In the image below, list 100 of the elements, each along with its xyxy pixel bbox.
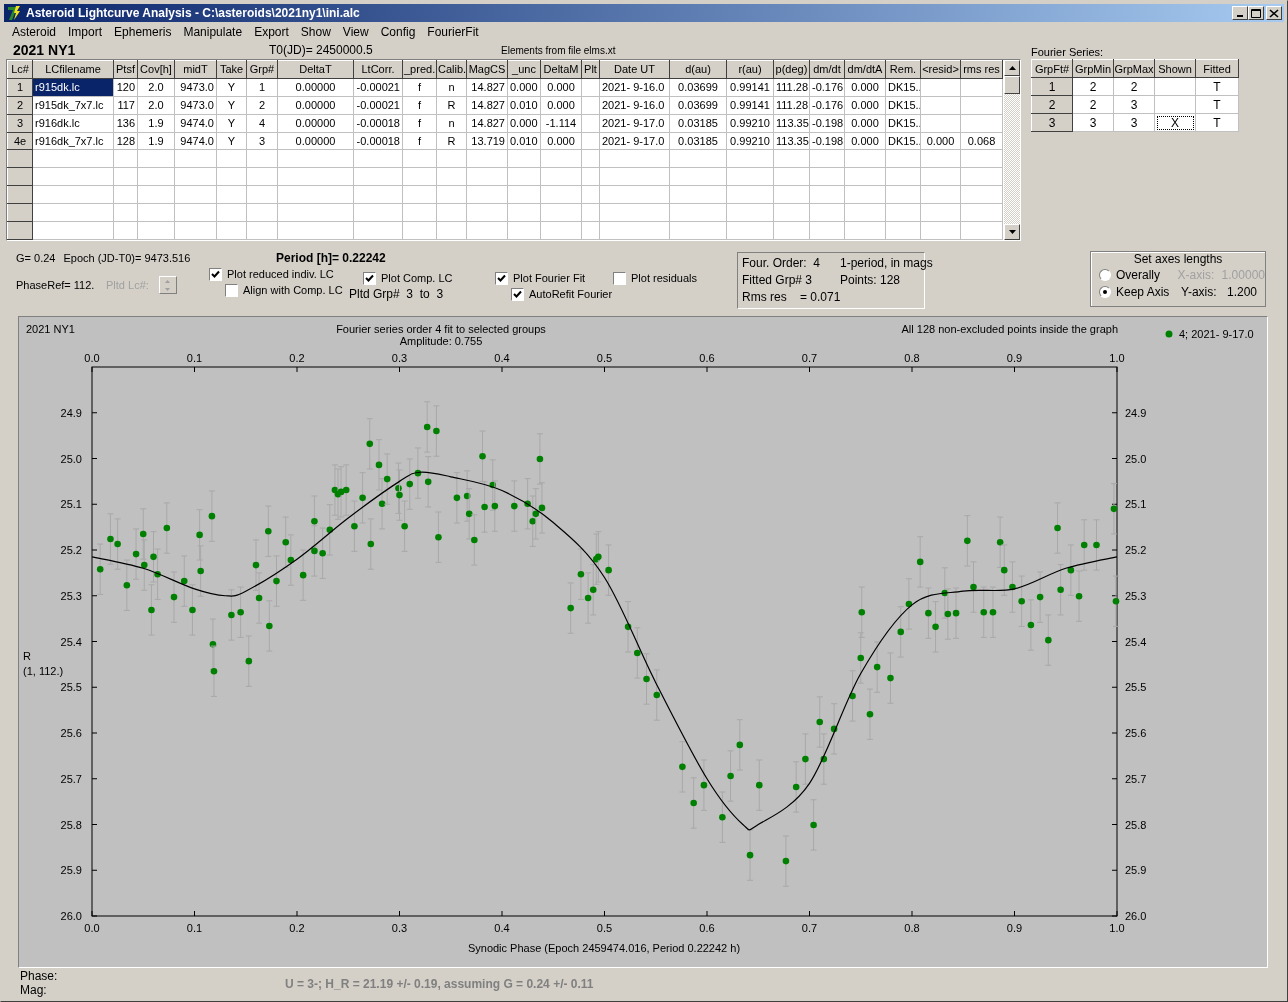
radio-button[interactable] (1099, 285, 1111, 298)
tick-label: 25.7 (1125, 772, 1147, 785)
column-header[interactable]: GrpMin (1072, 59, 1114, 78)
maximize-icon (1251, 8, 1261, 18)
tick-label: 25.1 (1125, 498, 1147, 511)
menu-item[interactable]: Import (62, 25, 109, 39)
column-header[interactable]: LCfilename (32, 60, 114, 79)
menu-item[interactable]: Config (374, 25, 422, 39)
column-header[interactable]: p(deg) (773, 60, 810, 79)
checkbox-label[interactable]: Plot reduced indiv. LC (227, 268, 334, 280)
column-header[interactable]: Shown (1154, 59, 1196, 78)
column-header[interactable]: Take (216, 60, 247, 79)
column-header[interactable]: GrpFt# (1031, 59, 1073, 78)
checkbox[interactable] (495, 271, 508, 285)
points-note: All 128 non-excluded points inside the graph (901, 323, 1118, 335)
table-cell: 0.000 (540, 132, 582, 150)
table-cell: 0.03185 (669, 114, 727, 133)
menu-item[interactable]: Asteroid (6, 25, 63, 39)
column-header[interactable]: dm/dt (809, 60, 845, 79)
scroll-down-button[interactable] (1004, 224, 1020, 240)
data-point (678, 741, 686, 793)
scroll-thumb[interactable] (1004, 76, 1020, 94)
table-cell: 2 (1113, 77, 1155, 96)
tick-label: 0.1 (186, 922, 203, 934)
tick-label: 24.9 (1125, 406, 1147, 419)
radio-label[interactable]: Keep Axis (1116, 284, 1170, 299)
column-header[interactable]: _unc (507, 60, 541, 79)
column-header[interactable]: Fitted (1195, 59, 1239, 78)
scroll-up-button[interactable] (1004, 60, 1020, 76)
scrollbar[interactable] (1004, 60, 1020, 240)
table-cell: f (402, 96, 437, 115)
tick-label: 0.9 (1006, 352, 1023, 364)
group-title: Set axes lengths (1133, 252, 1223, 266)
table-cell: 0.99210 (726, 114, 774, 133)
table-cell[interactable]: r916dk_7x7.lc (32, 132, 114, 150)
column-header[interactable]: r(au) (726, 60, 774, 79)
tick-label: 25.4 (60, 635, 82, 648)
tick-label: 25.8 (1125, 818, 1147, 831)
table-cell: 9474.0 (174, 114, 217, 133)
column-header[interactable]: DeltaM (540, 60, 582, 79)
column-header[interactable]: DeltaT (277, 60, 354, 79)
checkbox[interactable] (613, 271, 626, 285)
column-header[interactable]: MagCS (466, 60, 508, 79)
column-header[interactable]: midT (174, 60, 217, 79)
table-cell: 2 (1072, 95, 1114, 114)
tick-label: 0.7 (801, 922, 818, 934)
maximize-button[interactable] (1248, 6, 1264, 20)
column-header[interactable]: Grp# (246, 60, 278, 79)
column-header[interactable]: dm/dtA (844, 60, 886, 79)
checkbox-label[interactable]: Plot Fourier Fit (513, 272, 586, 284)
checkbox-label[interactable]: Plot Comp. LC (381, 272, 453, 284)
table-cell: 4 (246, 114, 278, 133)
column-header[interactable]: Calib. (436, 60, 467, 79)
close-button[interactable] (1266, 6, 1282, 20)
menu-item[interactable]: Ephemeris (108, 25, 178, 39)
column-header[interactable]: Ptsf (113, 60, 138, 79)
tick-label: 25.5 (1125, 681, 1147, 694)
radio-button[interactable] (1099, 268, 1111, 281)
menu-item[interactable]: Show (294, 25, 337, 39)
column-header[interactable]: GrpMax (1113, 59, 1155, 78)
asteroid-name: 2021 NY1 (13, 42, 76, 58)
checkbox-label[interactable]: Plot residuals (631, 272, 698, 284)
column-header[interactable]: LtCorr. (353, 60, 403, 79)
data-point (653, 669, 661, 721)
checkbox-label[interactable]: Align with Comp. LC (243, 284, 343, 296)
menu-item[interactable]: View (336, 25, 375, 39)
tick-label: 0.4 (494, 922, 510, 934)
table-cell: 3 (246, 132, 278, 150)
tick-label: 25.7 (60, 772, 82, 785)
checkbox[interactable] (209, 267, 222, 281)
column-header[interactable]: Cov[h] (137, 60, 175, 79)
data-point (700, 759, 708, 811)
column-header[interactable]: <resid> (920, 60, 961, 79)
table-cell[interactable]: X (1154, 113, 1196, 132)
column-header[interactable]: Rem. (885, 60, 921, 79)
tick-label: 0.2 (289, 922, 305, 934)
checkbox[interactable] (225, 283, 238, 297)
tick-label: 25.3 (60, 589, 82, 602)
column-header[interactable]: Lc# (7, 60, 33, 79)
period-value: Period [h]= 0.22242 (276, 251, 386, 265)
axis-label: Y-axis: (1181, 284, 1218, 299)
checkbox[interactable] (511, 287, 524, 301)
menu-item[interactable]: FourierFit (421, 25, 485, 39)
column-header[interactable]: _pred. (402, 60, 437, 79)
column-header[interactable]: Date UT (599, 60, 670, 79)
table-cell: 3 (1072, 113, 1114, 132)
table-cell[interactable]: r916dk.lc (32, 114, 114, 133)
table-cell[interactable]: r915dk_7x7.lc (32, 96, 114, 115)
table-cell: 14.827 (466, 78, 508, 97)
menu-item[interactable]: Manipulate (177, 25, 249, 39)
tick-label: 0.0 (84, 922, 100, 934)
minimize-button[interactable] (1232, 6, 1248, 20)
checkbox-label[interactable]: AutoRefit Fourier (529, 288, 613, 300)
column-header[interactable]: rms res (960, 60, 1003, 79)
column-header[interactable]: d(au) (669, 60, 727, 79)
menu-item[interactable]: Export (248, 25, 295, 39)
checkbox[interactable] (363, 271, 376, 285)
radio-label[interactable]: Overally (1116, 267, 1160, 282)
tick-label: 25.2 (60, 544, 82, 556)
tick-label: 0.1 (186, 352, 203, 364)
